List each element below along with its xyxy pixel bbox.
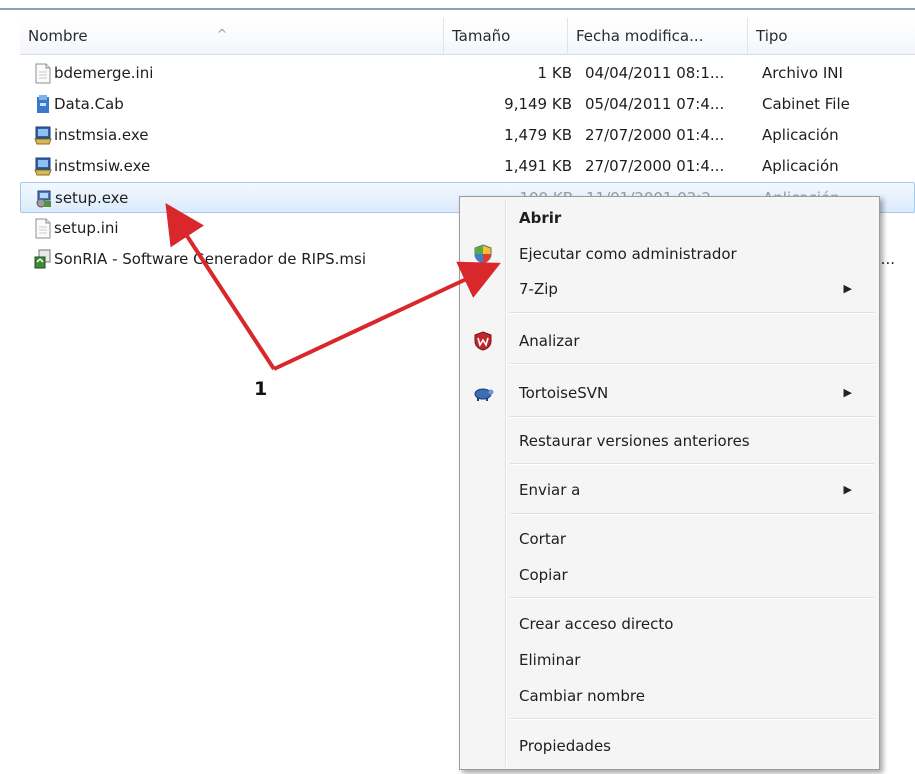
menu-item-eliminar[interactable]: Eliminar [462, 643, 877, 677]
column-header-name[interactable]: Nombre ^ [20, 18, 444, 54]
menu-item-crear-acceso-directo[interactable]: Crear acceso directo [462, 607, 877, 641]
file-row[interactable]: Data.Cab 9,149 KB 05/04/2011 07:4... Cab… [20, 89, 915, 120]
file-date: 27/07/2000 01:4... [585, 126, 725, 144]
file-name: instmsia.exe [54, 126, 149, 144]
menu-item-label: 7-Zip [519, 280, 558, 298]
file-size: 1,491 KB [504, 157, 572, 175]
menu-separator [510, 416, 874, 418]
file-date: 27/07/2000 01:4... [585, 157, 725, 175]
cabinet-file-icon [37, 95, 49, 113]
menu-item-restaurar-versiones[interactable]: Restaurar versiones anteriores [462, 424, 877, 458]
file-type: Aplicación [762, 126, 839, 144]
menu-item-ejecutar-como-administrador[interactable]: Ejecutar como administrador [462, 237, 877, 271]
submenu-arrow-icon: ▶ [843, 282, 852, 295]
menu-separator [510, 312, 874, 314]
file-row[interactable]: instmsia.exe 1,479 KB 27/07/2000 01:4...… [20, 120, 915, 151]
menu-item-7zip[interactable]: 7-Zip ▶ [462, 272, 877, 306]
column-header-date-label: Fecha modifica... [576, 27, 704, 45]
file-type: Cabinet File [762, 95, 850, 113]
file-date: 04/04/2011 08:1... [585, 64, 725, 82]
column-header-type-label: Tipo [756, 27, 788, 45]
window-top-border [0, 0, 915, 10]
ini-file-icon [35, 218, 51, 239]
menu-separator [510, 718, 874, 720]
menu-item-label: Copiar [519, 566, 568, 584]
menu-item-tortoisesvn[interactable]: TortoiseSVN ▶ [462, 376, 877, 410]
menu-item-label: Propiedades [519, 737, 611, 755]
tortoisesvn-icon [474, 388, 494, 401]
menu-item-label: Cortar [519, 530, 567, 548]
menu-item-enviar-a[interactable]: Enviar a ▶ [462, 473, 877, 507]
menu-item-propiedades[interactable]: Propiedades [462, 729, 877, 763]
menu-separator [510, 463, 874, 465]
menu-item-copiar[interactable]: Copiar [462, 558, 877, 592]
menu-separator [510, 363, 874, 365]
menu-item-analizar[interactable]: Analizar [462, 324, 877, 358]
submenu-arrow-icon: ▶ [843, 483, 852, 496]
file-name: instmsiw.exe [54, 157, 151, 175]
menu-item-cambiar-nombre[interactable]: Cambiar nombre [462, 679, 877, 713]
file-row[interactable]: bdemerge.ini 1 KB 04/04/2011 08:1... Arc… [20, 58, 915, 89]
file-type: Aplicación [762, 157, 839, 175]
column-header-size[interactable]: Tamaño [444, 18, 568, 54]
file-name: Data.Cab [54, 95, 124, 113]
installer-exe-icon [34, 157, 52, 176]
menu-separator [510, 597, 874, 599]
menu-item-label: Cambiar nombre [519, 687, 645, 705]
menu-item-label: Crear acceso directo [519, 615, 674, 633]
mcafee-shield-icon [474, 331, 492, 351]
column-header-bar: Nombre ^ Tamaño Fecha modifica... Tipo [20, 18, 915, 55]
annotation-step-label: 1 [254, 378, 268, 400]
msi-package-icon [34, 249, 51, 269]
file-name: setup.ini [54, 219, 119, 237]
file-size: 1 KB [537, 64, 572, 82]
menu-item-label: Eliminar [519, 651, 581, 669]
setup-exe-icon [36, 190, 51, 208]
file-size: 9,149 KB [504, 95, 572, 113]
column-header-size-label: Tamaño [452, 27, 511, 45]
installer-exe-icon [34, 126, 52, 145]
file-name: setup.exe [55, 189, 129, 207]
file-size: 1,479 KB [504, 126, 572, 144]
menu-item-cortar[interactable]: Cortar [462, 522, 877, 556]
menu-item-label: TortoiseSVN [519, 384, 609, 402]
annotation-arrow-to-run-as-admin [273, 261, 501, 371]
file-row[interactable]: instmsiw.exe 1,491 KB 27/07/2000 01:4...… [20, 151, 915, 182]
menu-separator [510, 513, 874, 515]
uac-shield-icon [474, 244, 492, 264]
column-header-name-label: Nombre [28, 27, 88, 45]
ini-file-icon [35, 63, 51, 84]
context-menu: Abrir Ejecutar como administrador 7-Zip … [459, 196, 880, 770]
file-date: 05/04/2011 07:4... [585, 95, 725, 113]
sort-ascending-icon: ^ [217, 27, 228, 41]
column-header-type[interactable]: Tipo [748, 18, 915, 54]
menu-item-label: Enviar a [519, 481, 581, 499]
submenu-arrow-icon: ▶ [843, 386, 852, 399]
column-header-date[interactable]: Fecha modifica... [568, 18, 748, 54]
menu-item-abrir[interactable]: Abrir [462, 201, 877, 235]
menu-item-label: Abrir [519, 209, 562, 227]
file-name: SonRIA - Software Generador de RIPS.msi [54, 250, 367, 268]
file-name: bdemerge.ini [54, 64, 154, 82]
menu-item-label: Ejecutar como administrador [519, 245, 737, 263]
menu-item-label: Restaurar versiones anteriores [519, 432, 750, 450]
file-type: Archivo INI [762, 64, 843, 82]
menu-item-label: Analizar [519, 332, 580, 350]
